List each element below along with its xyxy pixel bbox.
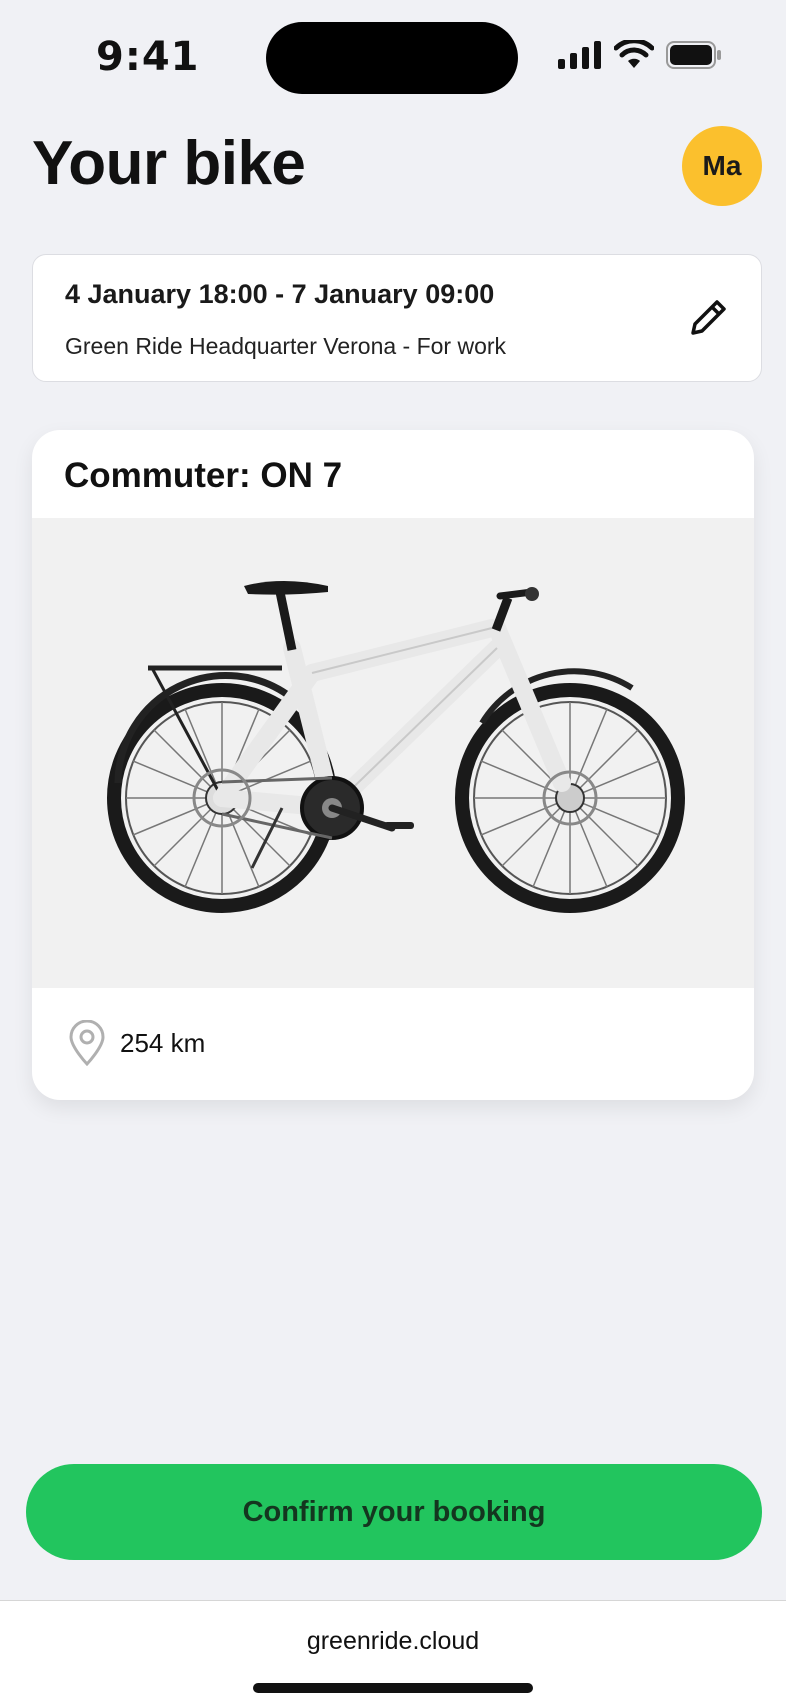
dynamic-island [266,22,518,94]
home-indicator[interactable] [253,1683,533,1693]
location-pin-icon [69,1020,105,1066]
status-time: 9:41 [96,34,200,80]
wifi-icon [614,40,654,68]
url-text[interactable]: greenride.cloud [0,1627,786,1656]
status-bar: 9:41 [0,0,786,110]
booking-summary-card[interactable]: 4 January 18:00 - 7 January 09:00 Green … [32,254,762,382]
bike-image [32,518,754,988]
confirm-booking-button[interactable]: Confirm your booking [26,1464,762,1560]
page-title: Your bike [32,129,306,198]
status-icons [558,40,722,70]
bike-distance: 254 km [120,1027,206,1058]
cellular-signal-icon [558,41,601,69]
battery-icon [666,41,721,69]
booking-dates: 4 January 18:00 - 7 January 09:00 [65,279,495,309]
bike-card[interactable]: Commuter: ON 7 254 km [32,430,754,1100]
pencil-icon[interactable] [683,293,733,343]
bike-illustration [107,581,685,913]
bike-name: Commuter: ON 7 [64,456,343,495]
bike-stats: 254 km [68,1020,205,1066]
user-avatar[interactable]: Ma [682,126,762,206]
booking-location: Green Ride Headquarter Verona - For work [65,333,507,359]
browser-url-bar[interactable]: greenride.cloud [0,1600,786,1704]
